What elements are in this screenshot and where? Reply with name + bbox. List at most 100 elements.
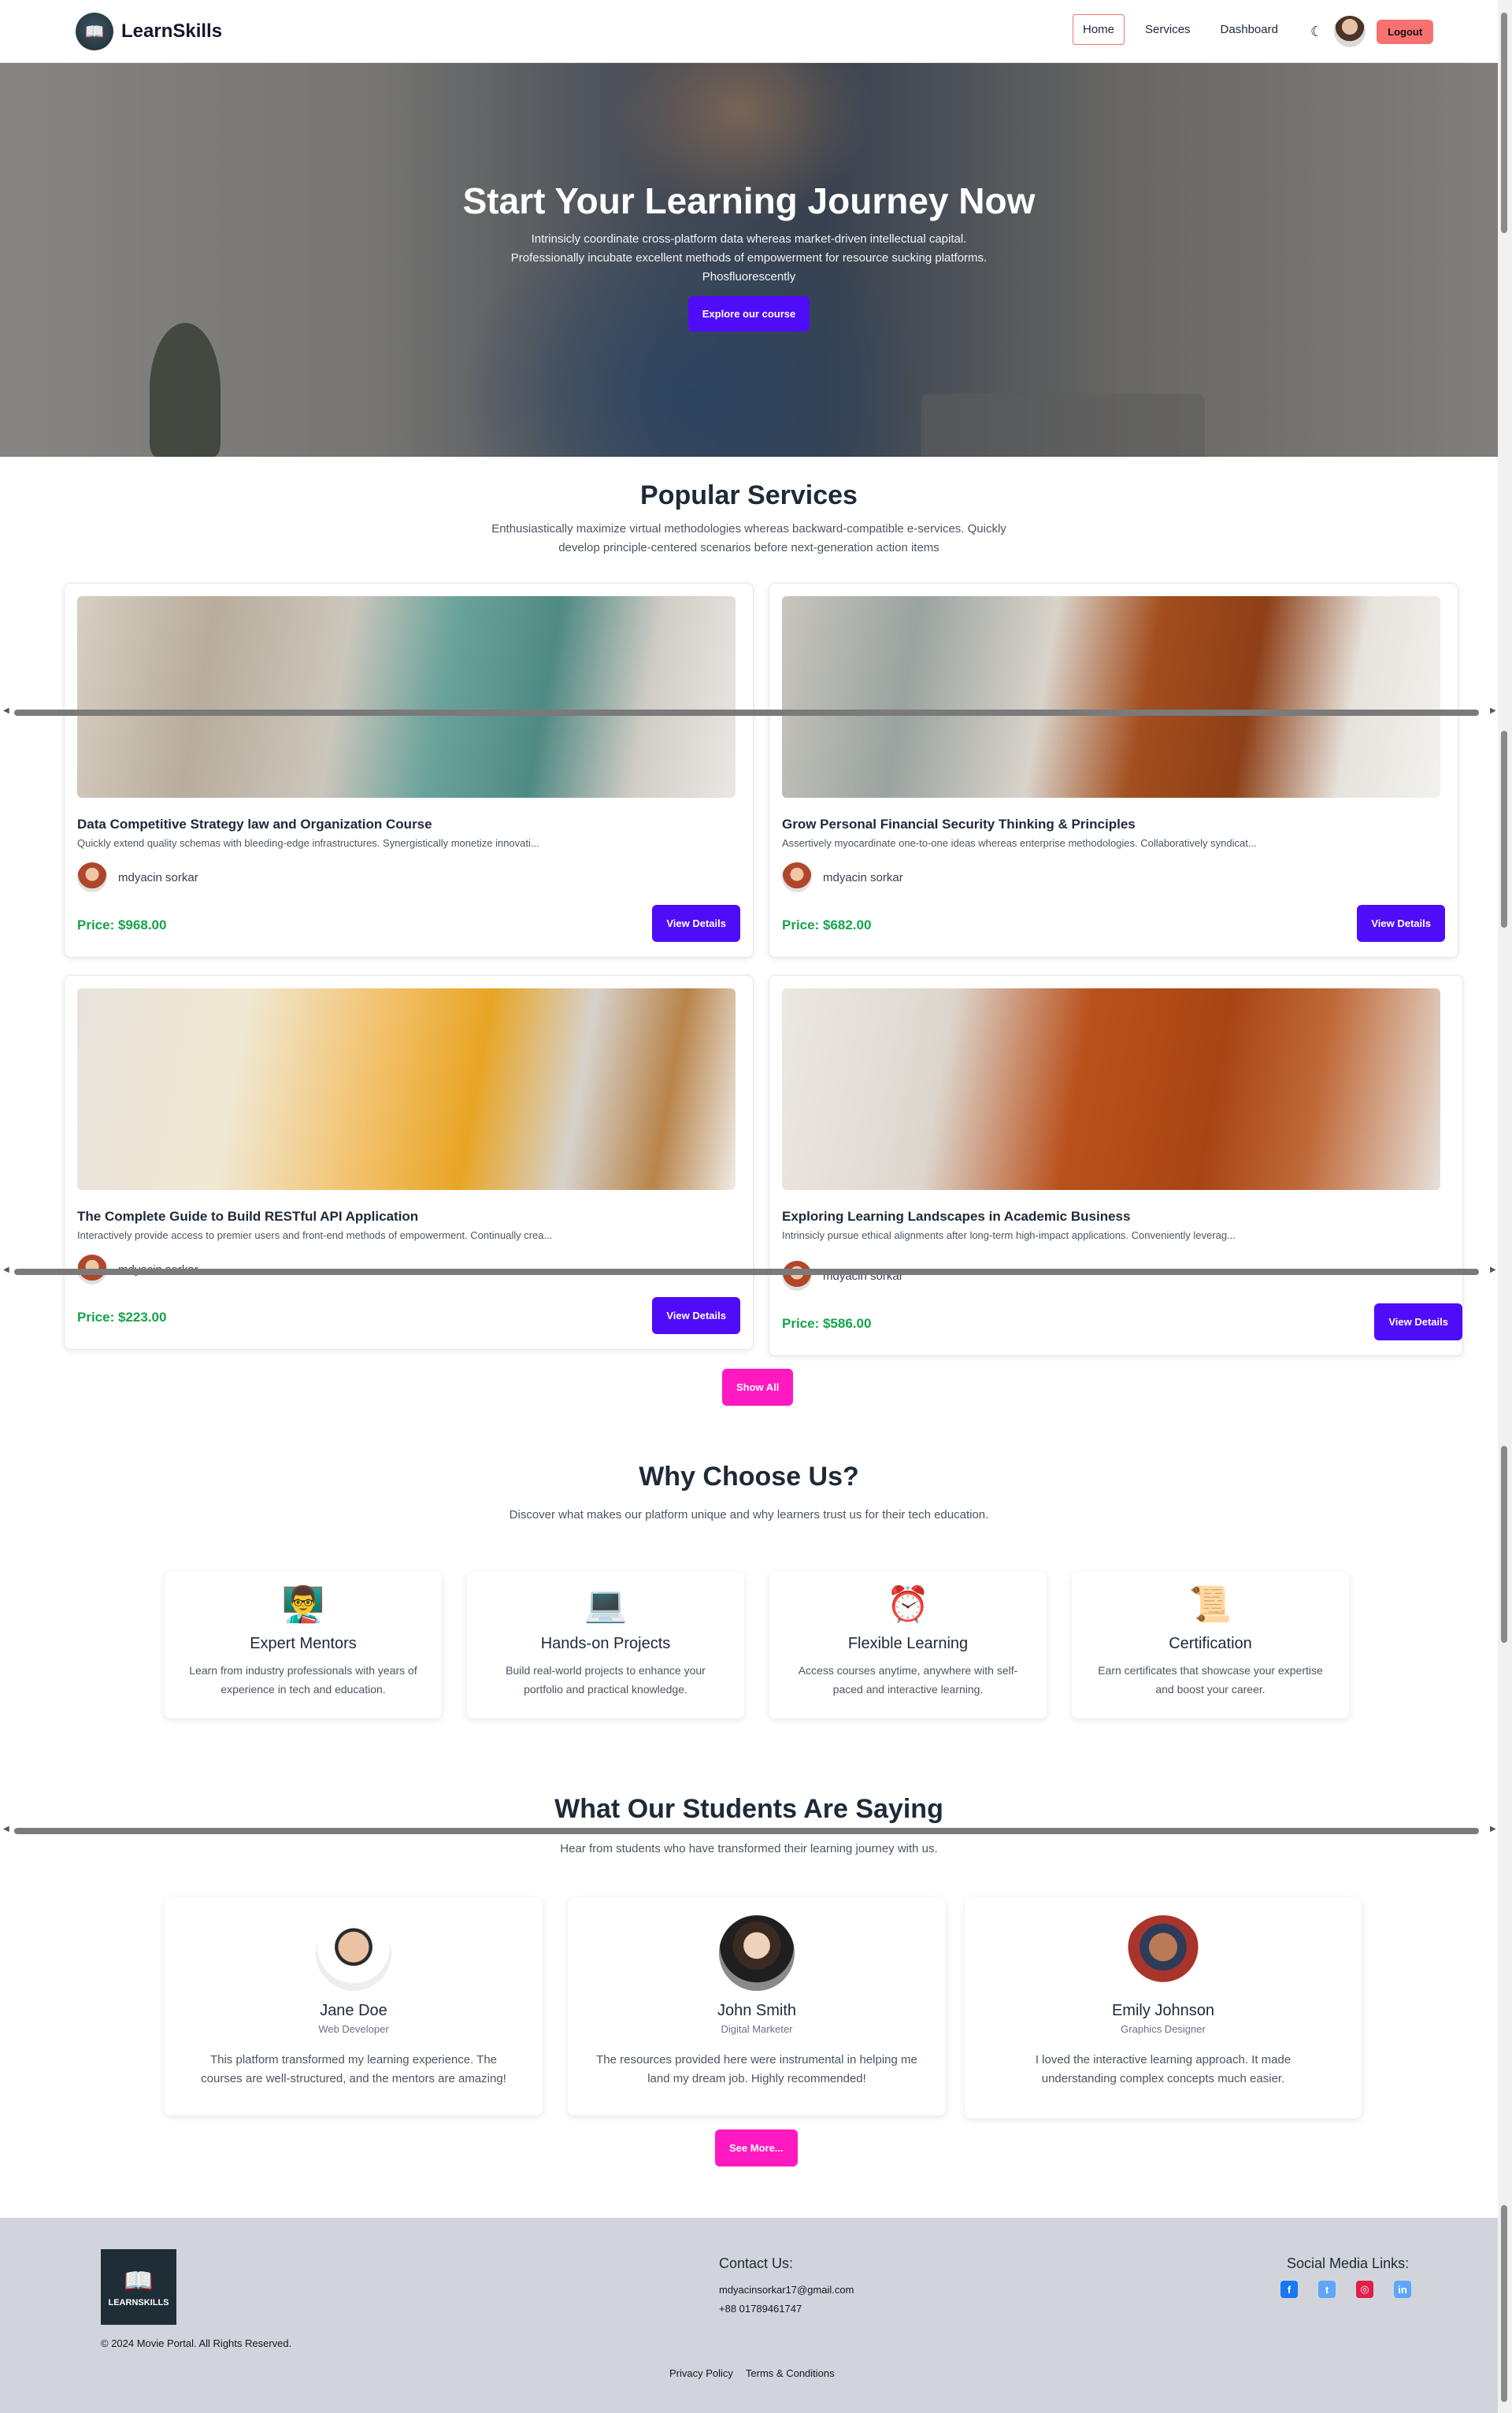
page-scrollbar-thumb[interactable] [1501,731,1507,928]
mentor-icon: 👨‍🏫 [281,1585,325,1624]
scrollbar-thumb[interactable] [14,1269,1479,1275]
feature-card: 💻 Hands-on Projects Build real-world pro… [467,1572,744,1718]
feature-title: Certification [1169,1635,1252,1652]
course-description: Interactively provide access to premier … [77,1229,553,1241]
nav-link-dashboard[interactable]: Dashboard [1211,15,1288,44]
course-price: Price: $682.00 [782,917,872,932]
testimonial-quote: I loved the interactive learning approac… [1035,2053,1292,2085]
horizontal-scrollbar[interactable]: ◀ ▶ [0,1265,1498,1276]
user-avatar[interactable] [1334,16,1366,47]
logout-button[interactable]: Logout [1377,19,1434,44]
testimonial-role: Web Developer [318,2023,389,2035]
course-description: Intrinsicly pursue ethical alignments af… [782,1229,1236,1241]
feature-description: Earn certificates that showcase your exp… [1098,1664,1323,1696]
alarm-clock-icon: ⏰ [886,1585,930,1624]
footer: 📖 LEARNSKILLS © 2024 Movie Portal. All R… [0,2218,1498,2413]
course-price: Price: $223.00 [77,1310,167,1325]
scroll-icon: 📜 [1188,1585,1232,1624]
course-card: Exploring Learning Landscapes in Academi… [769,975,1463,1356]
privacy-policy-link[interactable]: Privacy Policy [669,2367,733,2379]
course-card: Grow Personal Financial Security Thinkin… [769,583,1458,958]
view-details-button[interactable]: View Details [1357,905,1445,942]
scrollbar-thumb[interactable] [14,1828,1479,1834]
book-icon: 📖 [124,2267,154,2294]
testimonials-subtitle: Hear from students who have transformed … [560,1842,938,1855]
instagram-icon[interactable]: ◎ [1356,2281,1373,2298]
navbar: 📖 LearnSkills Home Services Dashboard ☾ … [0,0,1498,63]
course-card: The Complete Guide to Build RESTful API … [64,975,754,1350]
see-more-button[interactable]: See More... [715,2129,798,2167]
testimonial-quote: This platform transformed my learning ex… [201,2053,506,2085]
course-description: Quickly extend quality schemas with blee… [77,837,539,849]
scroll-left-arrow-icon[interactable]: ◀ [3,1825,9,1833]
course-image [782,988,1440,1190]
view-details-button[interactable]: View Details [1374,1303,1462,1340]
footer-logo: 📖 LEARNSKILLS [101,2249,176,2325]
testimonial-avatar [1125,1915,1201,1991]
scroll-right-arrow-icon[interactable]: ▶ [1490,1825,1496,1833]
nav-right: ☾ Logout [1310,16,1434,47]
laptop-icon: 💻 [584,1585,628,1624]
nav-link-services[interactable]: Services [1136,15,1200,44]
testimonial-role: Digital Marketer [721,2023,793,2035]
testimonial-card: Jane Doe Web Developer This platform tra… [165,1898,543,2115]
course-description: Assertively myocardinate one-to-one idea… [782,837,1257,849]
explore-course-button[interactable]: Explore our course [687,296,810,332]
services-title: Popular Services [640,480,858,510]
hero-subtitle: Intrinsicly coordinate cross-platform da… [510,232,988,284]
twitter-icon[interactable]: t [1318,2281,1336,2298]
nav-link-home[interactable]: Home [1073,14,1125,45]
why-subtitle: Discover what makes our platform unique … [509,1508,989,1522]
testimonial-avatar [719,1915,795,1991]
feature-title: Hands-on Projects [540,1635,671,1652]
facebook-icon[interactable]: f [1280,2281,1298,2298]
view-details-button[interactable]: View Details [652,1297,740,1334]
contact-phone: +88 01789461747 [719,2303,802,2315]
course-title: Grow Personal Financial Security Thinkin… [782,817,1136,832]
feature-card: 👨‍🏫 Expert Mentors Learn from industry p… [165,1572,442,1718]
course-author: mdyacin sorkar [77,862,198,892]
testimonial-name: Emily Johnson [1111,2002,1215,2019]
social-icons: f t ◎ in [1280,2281,1411,2298]
testimonial-name: Jane Doe [320,2002,387,2019]
page-scrollbar[interactable] [1498,0,1512,2413]
footer-logo-text: LEARNSKILLS [108,2297,169,2307]
feature-card: ⏰ Flexible Learning Access courses anyti… [769,1572,1047,1718]
page-scrollbar-thumb[interactable] [1501,1446,1507,1643]
show-all-button[interactable]: Show All [722,1369,794,1406]
brand-logo-icon: 📖 [76,13,113,50]
scroll-left-arrow-icon[interactable]: ◀ [3,1266,9,1274]
author-avatar [782,862,812,892]
hero-title: Start Your Learning Journey Now [462,180,1036,221]
scroll-left-arrow-icon[interactable]: ◀ [3,706,9,715]
theme-toggle-moon-icon[interactable]: ☾ [1310,24,1323,40]
terms-link[interactable]: Terms & Conditions [746,2367,835,2379]
course-image [77,988,736,1190]
author-avatar [77,862,107,892]
brand-name: LearnSkills [121,20,223,42]
scrollbar-thumb[interactable] [14,710,1479,716]
linkedin-icon[interactable]: in [1394,2281,1411,2298]
page-scrollbar-thumb[interactable] [1501,13,1507,233]
horizontal-scrollbar[interactable]: ◀ ▶ [0,1824,1498,1835]
course-price: Price: $586.00 [782,1316,872,1331]
horizontal-scrollbar[interactable]: ◀ ▶ [0,706,1498,717]
hero-content: Start Your Learning Journey Now Intrinsi… [0,180,1498,332]
contact-email[interactable]: mdyacinsorkar17@gmail.com [719,2284,854,2296]
hero-banner: Start Your Learning Journey Now Intrinsi… [0,63,1498,457]
view-details-button[interactable]: View Details [652,905,740,942]
page-scrollbar-thumb[interactable] [1501,2205,1507,2402]
course-title: Exploring Learning Landscapes in Academi… [782,1209,1131,1224]
contact-title: Contact Us: [719,2255,794,2271]
social-title: Social Media Links: [1287,2255,1410,2271]
course-author: mdyacin sorkar [782,862,903,892]
testimonial-role: Graphics Designer [1121,2023,1206,2035]
testimonial-card: Emily Johnson Graphics Designer I loved … [965,1898,1362,2118]
course-card: Data Competitive Strategy law and Organi… [64,583,754,958]
services-subtitle: Enthusiastically maximize virtual method… [491,522,1006,554]
author-name: mdyacin sorkar [118,870,198,884]
copyright: © 2024 Movie Portal. All Rights Reserved… [101,2337,292,2349]
brand[interactable]: 📖 LearnSkills [76,13,222,50]
scroll-right-arrow-icon[interactable]: ▶ [1490,1266,1496,1274]
scroll-right-arrow-icon[interactable]: ▶ [1490,706,1496,715]
